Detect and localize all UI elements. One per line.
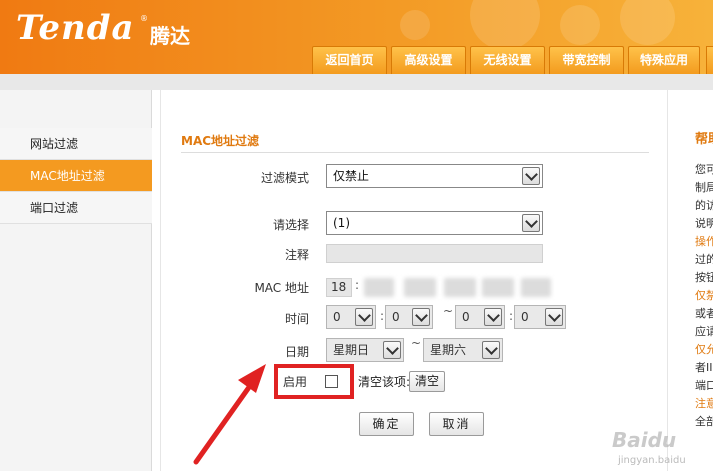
mac-octet-6-input[interactable] — [521, 278, 551, 297]
help-line: 注意 — [695, 397, 713, 410]
filter-mode-value: 仅禁止 — [333, 169, 370, 183]
filter-mode-label: 过滤模式 — [260, 171, 309, 185]
date-range-separator: ~ — [411, 336, 422, 350]
clear-entry-label: 清空该项: — [358, 375, 411, 389]
start-minute-value: 0 — [392, 310, 400, 324]
mac-address-label: MAC 地址 — [254, 281, 309, 295]
sidebar-item-port-filter[interactable]: 端口过滤 — [0, 192, 152, 224]
comment-input[interactable] — [326, 244, 543, 263]
time-label: 时间 — [284, 312, 309, 326]
main-panel: MAC地址过滤 过滤模式 仅禁止 请选择 (1) 注释 MAC 地址 18 : … — [160, 90, 668, 471]
help-line: 制局 — [695, 181, 713, 194]
date-label: 日期 — [284, 345, 309, 359]
end-minute-value: 0 — [521, 310, 529, 324]
help-line: 全部 — [695, 415, 713, 428]
logo-chinese: 腾达 — [150, 24, 190, 48]
mac-octet-2-input[interactable] — [364, 278, 394, 297]
help-line: 按钮 — [695, 271, 713, 284]
help-line: 端口 — [695, 379, 713, 392]
cancel-button[interactable]: 取消 — [429, 412, 484, 436]
comment-label: 注释 — [284, 248, 309, 262]
help-panel: 帮助 您可 制局 的访 说明 操作 过的 按钮 仅禁 或者 应请 仅允 者II … — [675, 90, 713, 471]
section-title: MAC地址过滤 — [181, 134, 260, 148]
time-colon: : — [380, 309, 385, 323]
mac-octet-3-input[interactable] — [404, 278, 436, 297]
annotation-highlight-box — [274, 364, 354, 399]
decor-bubble — [560, 5, 600, 45]
watermark-sub: jingyan.baidu — [618, 455, 686, 466]
start-hour-value: 0 — [333, 310, 341, 324]
start-day-select[interactable]: 星期日 — [326, 338, 404, 362]
sub-bar — [0, 74, 713, 90]
start-minute-select[interactable]: 0 — [385, 305, 433, 329]
help-title: 帮助 — [695, 132, 713, 147]
help-line: 或者 — [695, 307, 713, 320]
entry-select[interactable]: (1) — [326, 211, 543, 235]
section-divider — [181, 152, 649, 153]
chevron-down-icon — [355, 308, 373, 326]
tab-home[interactable]: 返回首页 — [312, 46, 387, 74]
help-line: 仅允 — [695, 343, 713, 356]
sidebar: 网站过滤 MAC地址过滤 端口过滤 — [0, 90, 152, 471]
chevron-down-icon — [522, 167, 540, 185]
mac-octet-4-input[interactable] — [444, 278, 476, 297]
help-line: 操作 — [695, 235, 713, 248]
decor-bubble — [400, 10, 430, 40]
end-day-select[interactable]: 星期六 — [423, 338, 503, 362]
confirm-button[interactable]: 确定 — [359, 412, 414, 436]
help-line: 您可 — [695, 163, 713, 176]
end-hour-value: 0 — [462, 310, 470, 324]
help-line: 应请 — [695, 325, 713, 338]
filter-mode-select[interactable]: 仅禁止 — [326, 164, 543, 188]
chevron-down-icon — [484, 308, 502, 326]
chevron-down-icon — [412, 308, 430, 326]
end-hour-select[interactable]: 0 — [455, 305, 505, 329]
tab-advanced-settings[interactable]: 高级设置 — [391, 46, 466, 74]
tab-special-apps[interactable]: 特殊应用 — [628, 46, 700, 74]
mac-octet-1-input[interactable]: 18 — [326, 278, 352, 297]
chevron-down-icon — [383, 341, 401, 359]
decor-bubble — [620, 0, 675, 45]
entry-select-value: (1) — [333, 216, 350, 230]
clear-button[interactable]: 清空 — [409, 371, 445, 392]
chevron-down-icon — [545, 308, 563, 326]
help-line: 仅禁 — [695, 289, 713, 302]
help-line: 说明 — [695, 217, 713, 230]
tab-bandwidth-control[interactable]: 带宽控制 — [549, 46, 624, 74]
tab-wireless-settings[interactable]: 无线设置 — [470, 46, 545, 74]
mac-octet-5-input[interactable] — [482, 278, 514, 297]
end-day-value: 星期六 — [430, 343, 467, 357]
start-hour-select[interactable]: 0 — [326, 305, 376, 329]
end-minute-select[interactable]: 0 — [514, 305, 566, 329]
time-range-separator: ~ — [443, 304, 454, 318]
select-entry-label: 请选择 — [272, 218, 309, 232]
chevron-down-icon — [522, 214, 540, 232]
logo-registered-mark: ® — [140, 14, 148, 23]
help-line: 者II — [695, 361, 713, 374]
help-line: 的访 — [695, 199, 713, 212]
logo: Tenda — [16, 8, 135, 48]
watermark-logo: Baidu — [612, 428, 677, 452]
help-line: 过的 — [695, 253, 713, 266]
tab-partial[interactable] — [706, 46, 713, 74]
chevron-down-icon — [482, 341, 500, 359]
time-colon: : — [509, 309, 514, 323]
start-day-value: 星期日 — [333, 343, 370, 357]
mac-separator: : — [355, 278, 360, 292]
sidebar-item-website-filter[interactable]: 网站过滤 — [0, 128, 152, 160]
decor-bubble — [470, 0, 540, 50]
sidebar-item-mac-filter[interactable]: MAC地址过滤 — [0, 160, 152, 192]
